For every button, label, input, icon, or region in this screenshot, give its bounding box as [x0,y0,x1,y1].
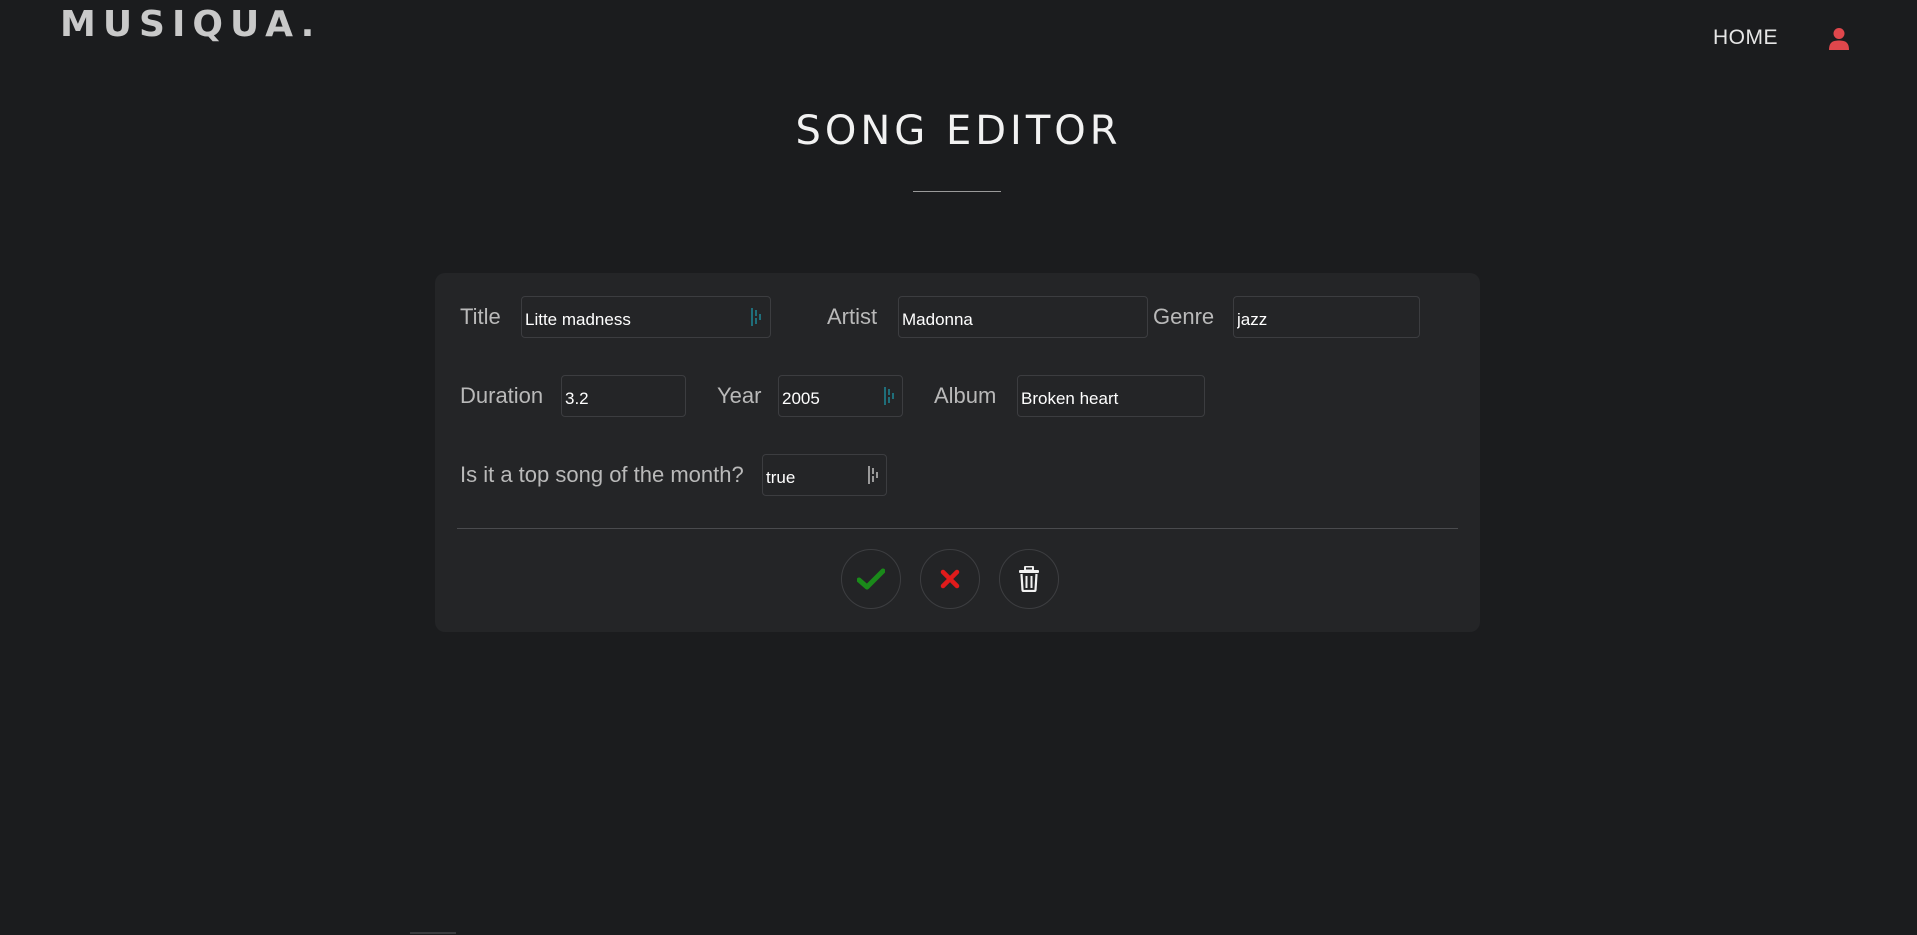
nav-home-link[interactable]: HOME [1713,26,1778,50]
trash-icon [1019,566,1039,592]
duration-label: Duration [460,383,544,408]
year-label: Year [717,383,762,408]
brand-logo[interactable]: MUSIQUA. [60,4,321,45]
title-input[interactable] [521,296,771,338]
album-input[interactable] [1017,375,1205,417]
title-divider [913,191,1001,192]
check-icon [857,568,885,590]
scroll-indicator [410,932,456,934]
input-stepper-icon[interactable] [751,308,761,326]
album-label: Album [934,383,997,408]
artist-label: Artist [827,304,878,329]
genre-label: Genre [1153,304,1215,329]
form-divider [457,528,1458,529]
artist-input[interactable] [898,296,1148,338]
page-title: SONG EDITOR [795,108,1122,154]
duration-input[interactable] [561,375,686,417]
song-editor-form: Title Artist Genre Duration Year Album I… [435,273,1480,632]
genre-input[interactable] [1233,296,1420,338]
title-label: Title [460,304,501,329]
cancel-button[interactable] [920,549,980,609]
close-icon [940,569,960,589]
user-icon[interactable] [1828,27,1850,51]
input-stepper-icon[interactable] [868,466,878,484]
save-button[interactable] [841,549,901,609]
input-stepper-icon[interactable] [884,387,894,405]
top-song-label: Is it a top song of the month? [460,462,744,487]
navbar: MUSIQUA. HOME [0,0,1917,80]
delete-button[interactable] [999,549,1059,609]
